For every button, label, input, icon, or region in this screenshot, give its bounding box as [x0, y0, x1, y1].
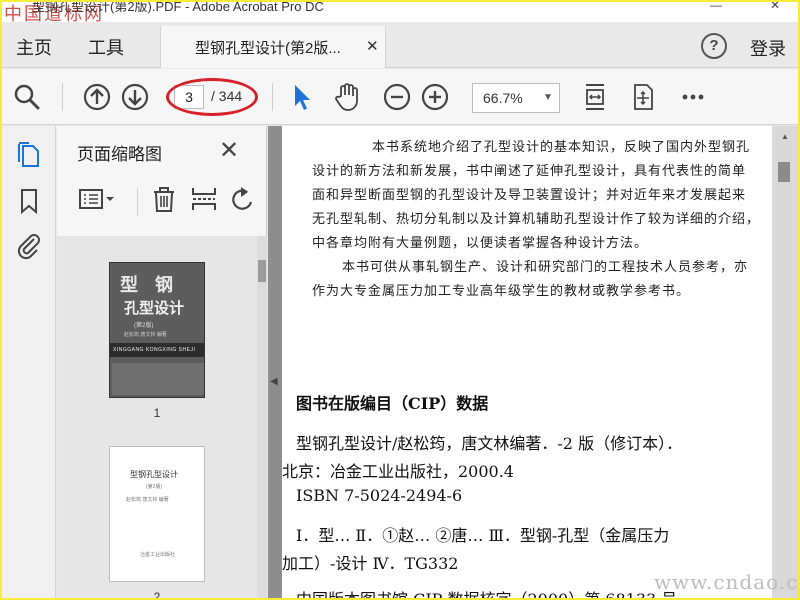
select-cursor-icon[interactable] [287, 82, 317, 112]
login-button[interactable]: 登录 [750, 35, 786, 61]
scrollbar-thumb[interactable] [258, 260, 266, 282]
thumbnails-title: 页面缩略图 [77, 145, 162, 164]
help-button[interactable]: ? [701, 33, 727, 59]
zoom-out-icon[interactable] [382, 82, 412, 112]
tab-close-button[interactable]: ✕ [366, 37, 379, 55]
zoom-select[interactable]: 66.7% ▼ [472, 83, 560, 113]
cover-edition: (第2版) [134, 323, 154, 329]
intro-line: 无孔型轧制、热切分轧制以及计算机辅助孔型设计作了较为详细的介绍， [312, 212, 761, 227]
thumbnail-number: 2 [153, 590, 161, 598]
cover-pinyin: XINGGANG KONGXING SHEJI [113, 347, 196, 353]
window-title: 型钢孔型设计(第2版).PDF - Adobe Acrobat Pro DC [32, 2, 324, 14]
menu-tools[interactable]: 工具 [88, 34, 124, 60]
intro-line: 中各章均附有大量例题，以便读者掌握各种设计方法。 [312, 236, 649, 251]
cip-line: 型钢孔型设计/赵松筠，唐文林编著．-2 版（修订本）． [296, 434, 683, 453]
menu-home[interactable]: 主页 [16, 34, 52, 60]
intro-line: 设计的新方法和新发展，书中阐述了延伸孔型设计，具有代表性的简单 [312, 164, 747, 179]
close-window-button[interactable]: ✕ [770, 2, 780, 12]
cover-title-line-2: 孔型设计 [124, 300, 185, 317]
attachments-icon[interactable] [14, 230, 44, 260]
cover-image [112, 363, 204, 395]
thumb-page-title: 型钢孔型设计 [130, 470, 178, 479]
intro-line: 本书系统地介绍了孔型设计的基本知识，反映了国内外型钢孔 [372, 140, 751, 155]
intro-line: 面和异型断面型钢的孔型设计及导卫装置设计；并对近年来才发展起来 [312, 188, 747, 203]
delete-page-icon[interactable] [149, 184, 179, 214]
document-scrollbar[interactable]: ▲ [772, 126, 798, 598]
thumbnails-scrollbar[interactable] [257, 236, 267, 598]
full-screen-icon[interactable] [628, 82, 658, 112]
cover-authors: 赵松筠 唐文林 编著 [124, 332, 167, 338]
page-thumbnails-icon[interactable] [14, 140, 44, 170]
left-nav-rail [2, 126, 56, 598]
intro-line: 本书可供从事轧钢生产、设计和研究部门的工程技术人员参考，亦 [342, 260, 749, 275]
cip-line: ISBN 7-5024-2494-6 [296, 486, 463, 505]
document-tab[interactable]: 型钢孔型设计(第2版... ✕ [160, 26, 386, 68]
thumbnails-close-button[interactable]: ✕ [219, 136, 239, 165]
scroll-up-icon[interactable]: ▲ [781, 132, 789, 141]
search-icon[interactable] [12, 82, 42, 112]
site-watermark: www.cndao.com [654, 570, 798, 594]
collapse-panel-icon[interactable]: ◀ [270, 376, 278, 387]
tab-label: 型钢孔型设计(第2版... [195, 40, 341, 57]
cover-title-line-1: 型 钢 [120, 275, 180, 295]
toolbar-divider [137, 188, 138, 216]
toolbar-divider [272, 83, 273, 111]
intro-line: 作为大专金属压力加工专业高年级学生的教材或教学参考书。 [312, 284, 691, 299]
toolbar-divider [62, 83, 63, 111]
thumb-page-authors: 赵松筠 唐文林 编著 [126, 497, 169, 503]
insert-page-icon[interactable] [189, 184, 219, 214]
thumbnails-toolbar [57, 176, 267, 226]
cip-line: 加工）-设计 Ⅳ．TG332 [282, 554, 459, 573]
rotate-page-icon[interactable] [227, 184, 257, 214]
fit-width-icon[interactable] [580, 82, 610, 112]
cip-line: Ⅰ．型… Ⅱ．①赵… ②唐… Ⅲ．型钢-孔型（金属压力 [296, 526, 670, 545]
title-bar: 中国道标网 型钢孔型设计(第2版).PDF - Adobe Acrobat Pr… [2, 2, 798, 25]
thumbnail-number: 1 [153, 406, 161, 420]
page-up-icon[interactable] [82, 82, 112, 112]
main-toolbar: 3 / 344 66.7% ▼ [2, 69, 798, 125]
cip-heading: 图书在版编目（CIP）数据 [296, 394, 489, 413]
red-highlight-ellipse [166, 78, 258, 116]
page-down-icon[interactable] [120, 82, 150, 112]
thumbnail-options-icon[interactable] [77, 184, 114, 214]
thumbnail-page-2[interactable]: 型钢孔型设计 (第2版) 赵松筠 唐文林 编著 冶金工业出版社 [109, 446, 205, 582]
document-viewer: ◀ 本书系统地介绍了孔型设计的基本知识，反映了国内外型钢孔 设计的新方法和新发展… [268, 126, 798, 598]
more-options-icon[interactable] [678, 82, 708, 112]
zoom-value: 66.7% [483, 90, 523, 106]
chevron-down-icon: ▼ [543, 92, 553, 103]
hand-tool-icon[interactable] [332, 82, 362, 112]
cip-line: 中国版本图书馆 CIP 数据核字（2000）第 68133 号 [296, 586, 677, 598]
acrobat-window: 中国道标网 型钢孔型设计(第2版).PDF - Adobe Acrobat Pr… [2, 2, 798, 598]
pdf-page: 本书系统地介绍了孔型设计的基本知识，反映了国内外型钢孔 设计的新方法和新发展，书… [282, 126, 772, 598]
scrollbar-thumb[interactable] [778, 162, 790, 182]
thumb-page-publisher: 冶金工业出版社 [140, 552, 176, 558]
bookmarks-icon[interactable] [14, 186, 44, 216]
cip-line: 北京：冶金工业出版社，2000.4 [282, 462, 514, 481]
thumbnail-page-1[interactable]: 型 钢 孔型设计 (第2版) 赵松筠 唐文林 编著 XINGGANG KONGX… [109, 262, 205, 398]
thumb-page-edition: (第2版) [146, 484, 163, 490]
minimize-button[interactable]: — [710, 2, 722, 12]
thumbnails-panel: 页面缩略图 ✕ 型 钢 孔型设计 (第2版) 赵松筠 唐文林 编著 XINGGA… [57, 126, 267, 598]
menu-bar: 主页 工具 型钢孔型设计(第2版... ✕ ? 登录 [2, 22, 798, 68]
zoom-in-icon[interactable] [420, 82, 450, 112]
thumbnails-list[interactable]: 型 钢 孔型设计 (第2版) 赵松筠 唐文林 编著 XINGGANG KONGX… [57, 236, 257, 598]
